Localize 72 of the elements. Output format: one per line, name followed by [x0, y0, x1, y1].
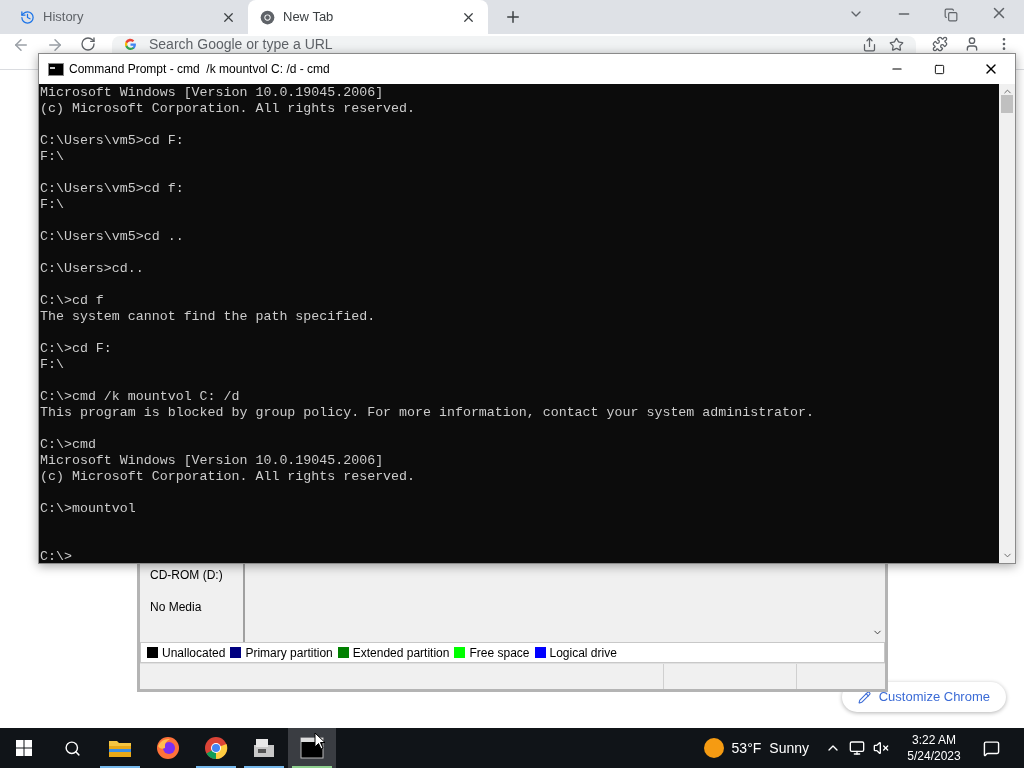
- clock[interactable]: 3:22 AM 5/24/2023: [901, 732, 967, 764]
- legend-label: Extended partition: [352, 644, 450, 662]
- chrome-icon: [260, 9, 275, 25]
- star-icon[interactable]: [889, 37, 904, 52]
- network-icon[interactable]: [849, 740, 865, 756]
- windows-icon: [16, 740, 32, 756]
- history-icon: [20, 9, 35, 25]
- notifications-icon[interactable]: [983, 739, 1000, 757]
- console-line: F:\: [40, 357, 65, 373]
- console-line: C:\>cmd /k mountvol C: /d: [40, 389, 241, 405]
- console-line: C:\Users\vm5>cd ..: [40, 229, 185, 245]
- legend-label: Unallocated: [162, 644, 226, 662]
- tab-title: New Tab: [283, 8, 335, 27]
- scrollbar-thumb[interactable]: [1001, 94, 1013, 113]
- legend-label: Primary partition: [245, 644, 333, 662]
- weather-condition: Sunny: [769, 738, 809, 758]
- console-line: C:\>mountvol: [40, 501, 137, 517]
- volume-name: CD-ROM (D:): [150, 567, 224, 584]
- console-line: C:\Users>cd..: [40, 261, 145, 277]
- pencil-icon: [857, 690, 871, 704]
- temperature: 53°F: [731, 738, 762, 758]
- console-line: This program is blocked by group policy. For more information, contact your system administrator.: [40, 405, 815, 421]
- console-line: Microsoft Windows [Version 10.0.19045.2006]: [40, 85, 385, 101]
- folder-icon: [108, 738, 132, 758]
- back-icon[interactable]: [12, 36, 30, 54]
- share-icon[interactable]: [862, 37, 877, 52]
- cursor-icon: [314, 732, 326, 750]
- console-line: (c) Microsoft Corporation. All rights reserved.: [40, 101, 417, 117]
- restore-icon[interactable]: [944, 8, 958, 22]
- console-line: Microsoft Windows [Version 10.0.19045.2006]: [40, 453, 385, 469]
- console-line: (c) Microsoft Corporation. All rights reserved.: [40, 469, 417, 485]
- console-line: C:\Users\vm5>cd f:: [40, 181, 185, 197]
- volume-status: No Media: [150, 599, 203, 616]
- forward-icon[interactable]: [46, 36, 64, 54]
- legend-label: Free space: [469, 644, 530, 662]
- browser-tab[interactable]: New Tab: [248, 0, 488, 34]
- console-line: F:\: [40, 149, 65, 165]
- scrollbar[interactable]: [999, 84, 1015, 563]
- customize-chrome-button[interactable]: Customize Chrome: [841, 682, 1006, 712]
- search-icon: [63, 739, 81, 757]
- clock-time: 3:22 AM: [912, 732, 956, 748]
- google-icon: [124, 38, 137, 51]
- taskbar-app[interactable]: [288, 728, 336, 768]
- console-icon: [48, 62, 64, 76]
- window-title: Command Prompt - cmd /k mountvol C: /d - cmd: [69, 61, 331, 78]
- new-tab-icon[interactable]: [504, 8, 522, 26]
- extensions-icon[interactable]: [932, 36, 948, 52]
- reload-icon[interactable]: [80, 36, 96, 52]
- console-line: C:\Users\vm5>cd F:: [40, 133, 185, 149]
- tab-title: History: [43, 8, 85, 27]
- installer-icon: [252, 737, 276, 759]
- address-bar[interactable]: Search Google or type a URL: [112, 36, 916, 53]
- volume-muted-icon[interactable]: [873, 740, 889, 756]
- running-indicator: [196, 766, 236, 768]
- address-placeholder: Search Google or type a URL: [149, 35, 333, 54]
- chrome-icon: [204, 736, 228, 760]
- legend-label: Logical drive: [549, 644, 617, 662]
- console-line: C:\>cd f: [40, 293, 105, 309]
- console-line: C:\>cd F:: [40, 341, 113, 357]
- clock-date: 5/24/2023: [907, 748, 961, 764]
- maximize-icon[interactable]: [934, 63, 945, 75]
- browser-icon: [156, 736, 180, 760]
- profile-icon[interactable]: [964, 36, 980, 52]
- running-indicator: [244, 766, 284, 768]
- running-indicator: [292, 766, 332, 768]
- running-indicator: [100, 766, 140, 768]
- console-line: The system cannot find the path specified.: [40, 309, 377, 325]
- console-line: F:\: [40, 197, 65, 213]
- sun-icon: [703, 738, 724, 758]
- console-line: C:\>: [40, 549, 73, 563]
- weather-widget[interactable]: 53°F Sunny: [695, 728, 817, 768]
- console-line: C:\>cmd: [40, 437, 97, 453]
